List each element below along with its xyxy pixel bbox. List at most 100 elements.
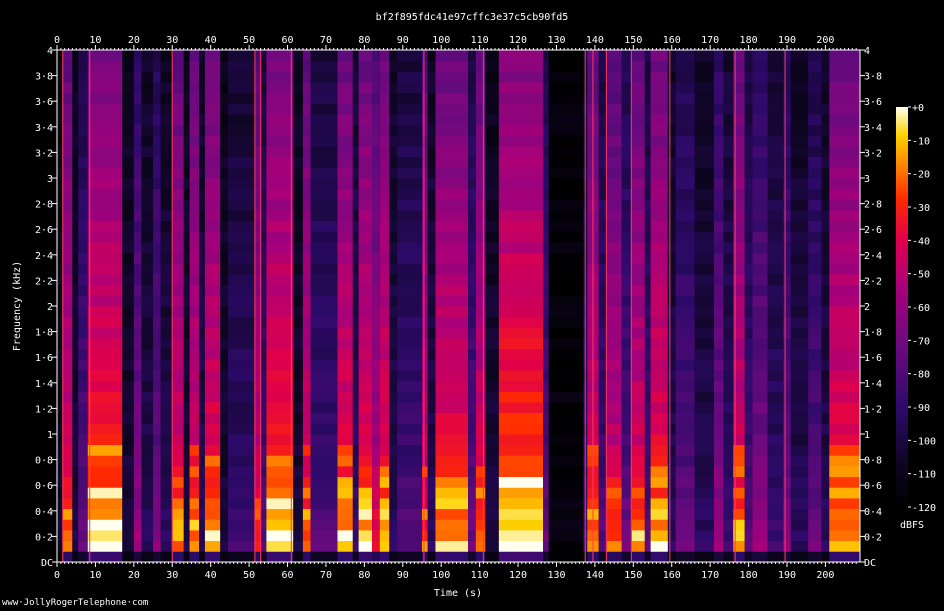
heat-cell — [172, 71, 184, 83]
heat-cell — [133, 199, 142, 211]
heat-cell — [293, 466, 303, 478]
heat-cell — [621, 455, 632, 467]
heat-cell — [389, 82, 398, 94]
heat-cell — [160, 50, 173, 62]
heat-cell — [790, 391, 809, 403]
heat-cell — [389, 380, 398, 392]
heat-cell — [337, 263, 353, 275]
heat-cell — [644, 476, 651, 488]
heat-cell — [172, 370, 184, 382]
heat-cell — [78, 156, 88, 168]
heat-cell — [199, 263, 205, 275]
heat-cell — [266, 508, 294, 520]
colorbar-tick-label: -80 — [912, 370, 930, 381]
heat-cell — [310, 498, 338, 510]
heat-cell — [744, 71, 753, 83]
heat-cell — [78, 551, 88, 563]
heat-cell — [62, 306, 73, 318]
heat-cell — [337, 82, 353, 94]
heat-cell — [548, 327, 584, 339]
heat-cell — [767, 327, 784, 339]
heat-cell — [293, 156, 303, 168]
heat-cell — [379, 263, 390, 275]
heat-cell — [744, 412, 753, 424]
heat-cell — [293, 434, 303, 446]
heat-cell — [397, 412, 422, 424]
heat-cell — [133, 146, 142, 158]
heat-cell — [227, 156, 255, 168]
y-tick-label-right: 0·4 — [864, 507, 882, 518]
heat-cell — [293, 423, 303, 435]
heat-cell — [352, 156, 359, 168]
heat-cell — [790, 476, 809, 488]
heat-cell — [621, 50, 632, 62]
heat-cell — [172, 359, 184, 371]
heat-cell — [621, 466, 632, 478]
heat-cell — [310, 348, 338, 360]
heat-cell — [122, 60, 134, 72]
heat-cell — [767, 178, 784, 190]
heat-cell — [790, 348, 809, 360]
heat-cell — [122, 402, 134, 414]
heat-cell — [808, 476, 822, 488]
heat-cell — [337, 188, 353, 200]
heat-cell — [254, 114, 261, 126]
heat-cell — [694, 551, 714, 563]
heat-cell — [606, 295, 622, 307]
heat-cell — [821, 71, 830, 83]
heat-cell — [808, 60, 822, 72]
heat-cell — [422, 178, 428, 190]
heat-cell — [199, 444, 205, 456]
heat-cell — [694, 412, 714, 424]
heat-cell — [227, 338, 255, 350]
heat-cell — [783, 284, 791, 296]
heat-cell — [260, 455, 267, 467]
heat-cell — [57, 370, 63, 382]
heat-cell — [72, 156, 79, 168]
heat-cell — [422, 114, 428, 126]
heat-cell — [227, 82, 255, 94]
heat-cell — [723, 135, 734, 147]
heat-cell — [548, 466, 584, 478]
heat-cell — [372, 114, 380, 126]
heat-cell — [606, 540, 622, 552]
heat-cell — [631, 156, 645, 168]
heat-cell — [189, 50, 200, 62]
y-tick-label-left: 1·8 — [35, 328, 53, 339]
heat-cell — [254, 178, 261, 190]
heat-cell — [621, 348, 632, 360]
heat-cell — [204, 71, 221, 83]
heat-cell — [133, 103, 142, 115]
heat-cell — [337, 210, 353, 222]
heat-cell — [606, 551, 622, 563]
heat-cell — [302, 466, 311, 478]
heat-cell — [302, 263, 311, 275]
heat-cell — [667, 156, 676, 168]
heat-cell — [485, 306, 499, 318]
heat-cell — [199, 295, 205, 307]
heat-cell — [172, 466, 184, 478]
spectrogram-segment — [714, 50, 724, 563]
heat-cell — [498, 188, 544, 200]
spectrogram-segment — [790, 50, 809, 563]
heat-cell — [808, 178, 822, 190]
heat-cell — [723, 370, 734, 382]
heat-cell — [829, 295, 860, 307]
heat-cell — [57, 327, 63, 339]
heat-cell — [714, 412, 724, 424]
heat-cell — [293, 210, 303, 222]
heat-cell — [122, 274, 134, 286]
heat-cell — [352, 146, 359, 158]
heat-cell — [485, 423, 499, 435]
heat-cell — [78, 50, 88, 62]
heat-cell — [204, 402, 221, 414]
heat-cell — [141, 370, 154, 382]
heat-cell — [122, 188, 134, 200]
heat-cell — [783, 498, 791, 510]
heat-cell — [548, 220, 584, 232]
heat-cell — [598, 263, 607, 275]
heat-cell — [468, 210, 476, 222]
heat-cell — [723, 530, 734, 542]
heat-cell — [783, 359, 791, 371]
heat-cell — [160, 220, 173, 232]
